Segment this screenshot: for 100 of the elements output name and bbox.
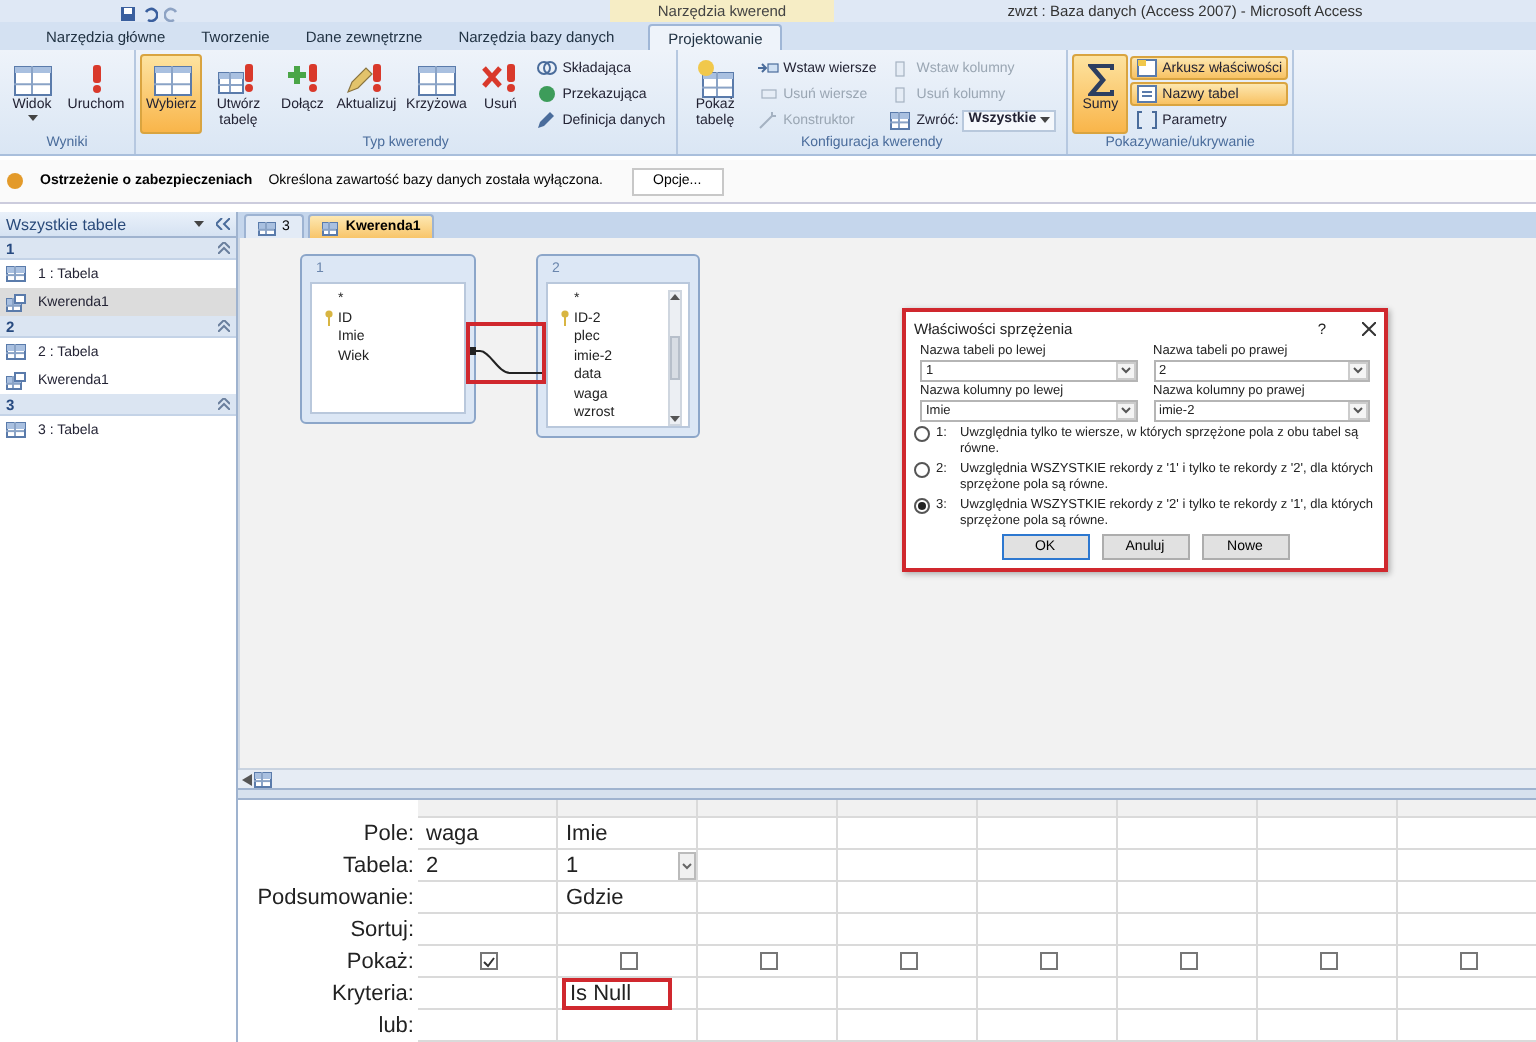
grid-cell[interactable] xyxy=(558,914,698,946)
grid-cell[interactable] xyxy=(1258,818,1398,850)
rings-icon xyxy=(536,58,559,78)
grid-cell[interactable]: 1 xyxy=(558,850,698,882)
grid-cell[interactable]: Gdzie xyxy=(558,882,698,914)
grid-cell[interactable] xyxy=(978,914,1118,946)
grid-cell[interactable]: Imie xyxy=(558,818,698,850)
grid-cell[interactable] xyxy=(698,978,838,1010)
row-label: Tabela: xyxy=(341,852,416,882)
grid-cell[interactable] xyxy=(418,914,558,946)
dropdown-caret-icon xyxy=(678,851,696,879)
grid-cell[interactable]: waga xyxy=(418,818,558,850)
grid-cell[interactable] xyxy=(1258,946,1398,978)
grid-cell[interactable] xyxy=(1398,946,1536,978)
checkbox[interactable] xyxy=(1320,952,1338,970)
table-icon xyxy=(258,219,276,235)
column-selector[interactable] xyxy=(698,800,838,818)
redo-icon xyxy=(164,6,180,22)
collapse-chevrons-icon xyxy=(216,218,230,230)
column-selector[interactable] xyxy=(1398,800,1536,818)
brackets-icon xyxy=(1136,110,1159,130)
table-icon xyxy=(6,422,26,438)
grid-cell[interactable] xyxy=(838,946,978,978)
grid-cell[interactable] xyxy=(418,882,558,914)
row-label: Pole: xyxy=(361,820,416,850)
grid-cell[interactable] xyxy=(698,1010,838,1042)
grid-cell[interactable] xyxy=(838,914,978,946)
checkbox[interactable] xyxy=(1180,952,1198,970)
exclamation-icon xyxy=(88,63,104,93)
grid-cell[interactable] xyxy=(838,1010,978,1042)
row-label: Pokaż: xyxy=(344,948,416,978)
grid-cell[interactable] xyxy=(978,850,1118,882)
column-selector[interactable] xyxy=(418,800,558,818)
grid-cell[interactable] xyxy=(1118,882,1258,914)
grid-cell[interactable] xyxy=(978,882,1118,914)
pencil-icon xyxy=(536,110,559,130)
grid-cell[interactable] xyxy=(978,818,1118,850)
grid-cell[interactable] xyxy=(1118,914,1258,946)
table-icon xyxy=(6,266,26,282)
grid-cell[interactable] xyxy=(418,1010,558,1042)
radio-button[interactable] xyxy=(914,462,930,478)
close-icon xyxy=(1362,321,1376,335)
column-selector[interactable] xyxy=(558,800,698,818)
query-icon xyxy=(6,371,26,389)
dropdown-caret-icon xyxy=(1348,362,1368,380)
column-selector[interactable] xyxy=(978,800,1118,818)
row-label: Podsumowanie: xyxy=(255,884,416,914)
grid-cell[interactable] xyxy=(558,1010,698,1042)
grid-cell[interactable] xyxy=(838,850,978,882)
scroll-down-icon xyxy=(670,416,680,422)
grid-cell[interactable] xyxy=(698,946,838,978)
grid-cell[interactable] xyxy=(1258,850,1398,882)
grid-cell[interactable] xyxy=(698,882,838,914)
checkbox[interactable] xyxy=(480,952,498,970)
grid-cell[interactable] xyxy=(978,946,1118,978)
grid-cell[interactable] xyxy=(1118,946,1258,978)
column-selector[interactable] xyxy=(1118,800,1258,818)
scrollbar[interactable] xyxy=(668,290,682,426)
grid-cell[interactable]: 2 xyxy=(418,850,558,882)
grid-cell[interactable] xyxy=(1258,882,1398,914)
chevron-up-icon xyxy=(218,398,230,410)
grid-cell[interactable] xyxy=(558,946,698,978)
table-names-icon xyxy=(1136,84,1159,104)
grid-cell[interactable] xyxy=(698,914,838,946)
grid-cell[interactable] xyxy=(418,946,558,978)
grid-cell[interactable] xyxy=(1258,914,1398,946)
column-selector[interactable] xyxy=(838,800,978,818)
grid-cell[interactable] xyxy=(1118,978,1258,1010)
radio-button[interactable] xyxy=(914,426,930,442)
dropdown-caret-icon xyxy=(1348,402,1368,420)
row-label: Sortuj: xyxy=(348,916,416,946)
checkbox[interactable] xyxy=(1040,952,1058,970)
grid-cell[interactable] xyxy=(838,882,978,914)
grid-cell[interactable] xyxy=(1118,850,1258,882)
checkbox[interactable] xyxy=(900,952,918,970)
grid-cell[interactable] xyxy=(978,978,1118,1010)
checkbox[interactable] xyxy=(620,952,638,970)
grid-cell[interactable] xyxy=(698,850,838,882)
grid-cell[interactable] xyxy=(838,818,978,850)
checkbox[interactable] xyxy=(1460,952,1478,970)
grid-cell[interactable] xyxy=(1258,1010,1398,1042)
dropdown-caret-icon xyxy=(1115,402,1135,420)
column-selector[interactable] xyxy=(1258,800,1398,818)
dropdown-caret-icon xyxy=(194,220,204,228)
table-icon xyxy=(252,771,272,787)
grid-cell[interactable] xyxy=(1118,1010,1258,1042)
table-plus-icon xyxy=(693,58,738,98)
checkbox[interactable] xyxy=(760,952,778,970)
caret-icon xyxy=(27,114,37,122)
grid-cell[interactable] xyxy=(418,978,558,1010)
dropdown-caret-icon xyxy=(1115,362,1135,380)
radio-button[interactable] xyxy=(914,498,930,514)
query-icon xyxy=(6,293,26,311)
grid-cell[interactable] xyxy=(698,818,838,850)
chevron-up-icon xyxy=(218,242,230,254)
grid-cell[interactable] xyxy=(978,1010,1118,1042)
grid-cell[interactable] xyxy=(1258,978,1398,1010)
grid-cell[interactable] xyxy=(838,978,978,1010)
grid-cell[interactable] xyxy=(1118,818,1258,850)
table-icon xyxy=(6,344,26,360)
